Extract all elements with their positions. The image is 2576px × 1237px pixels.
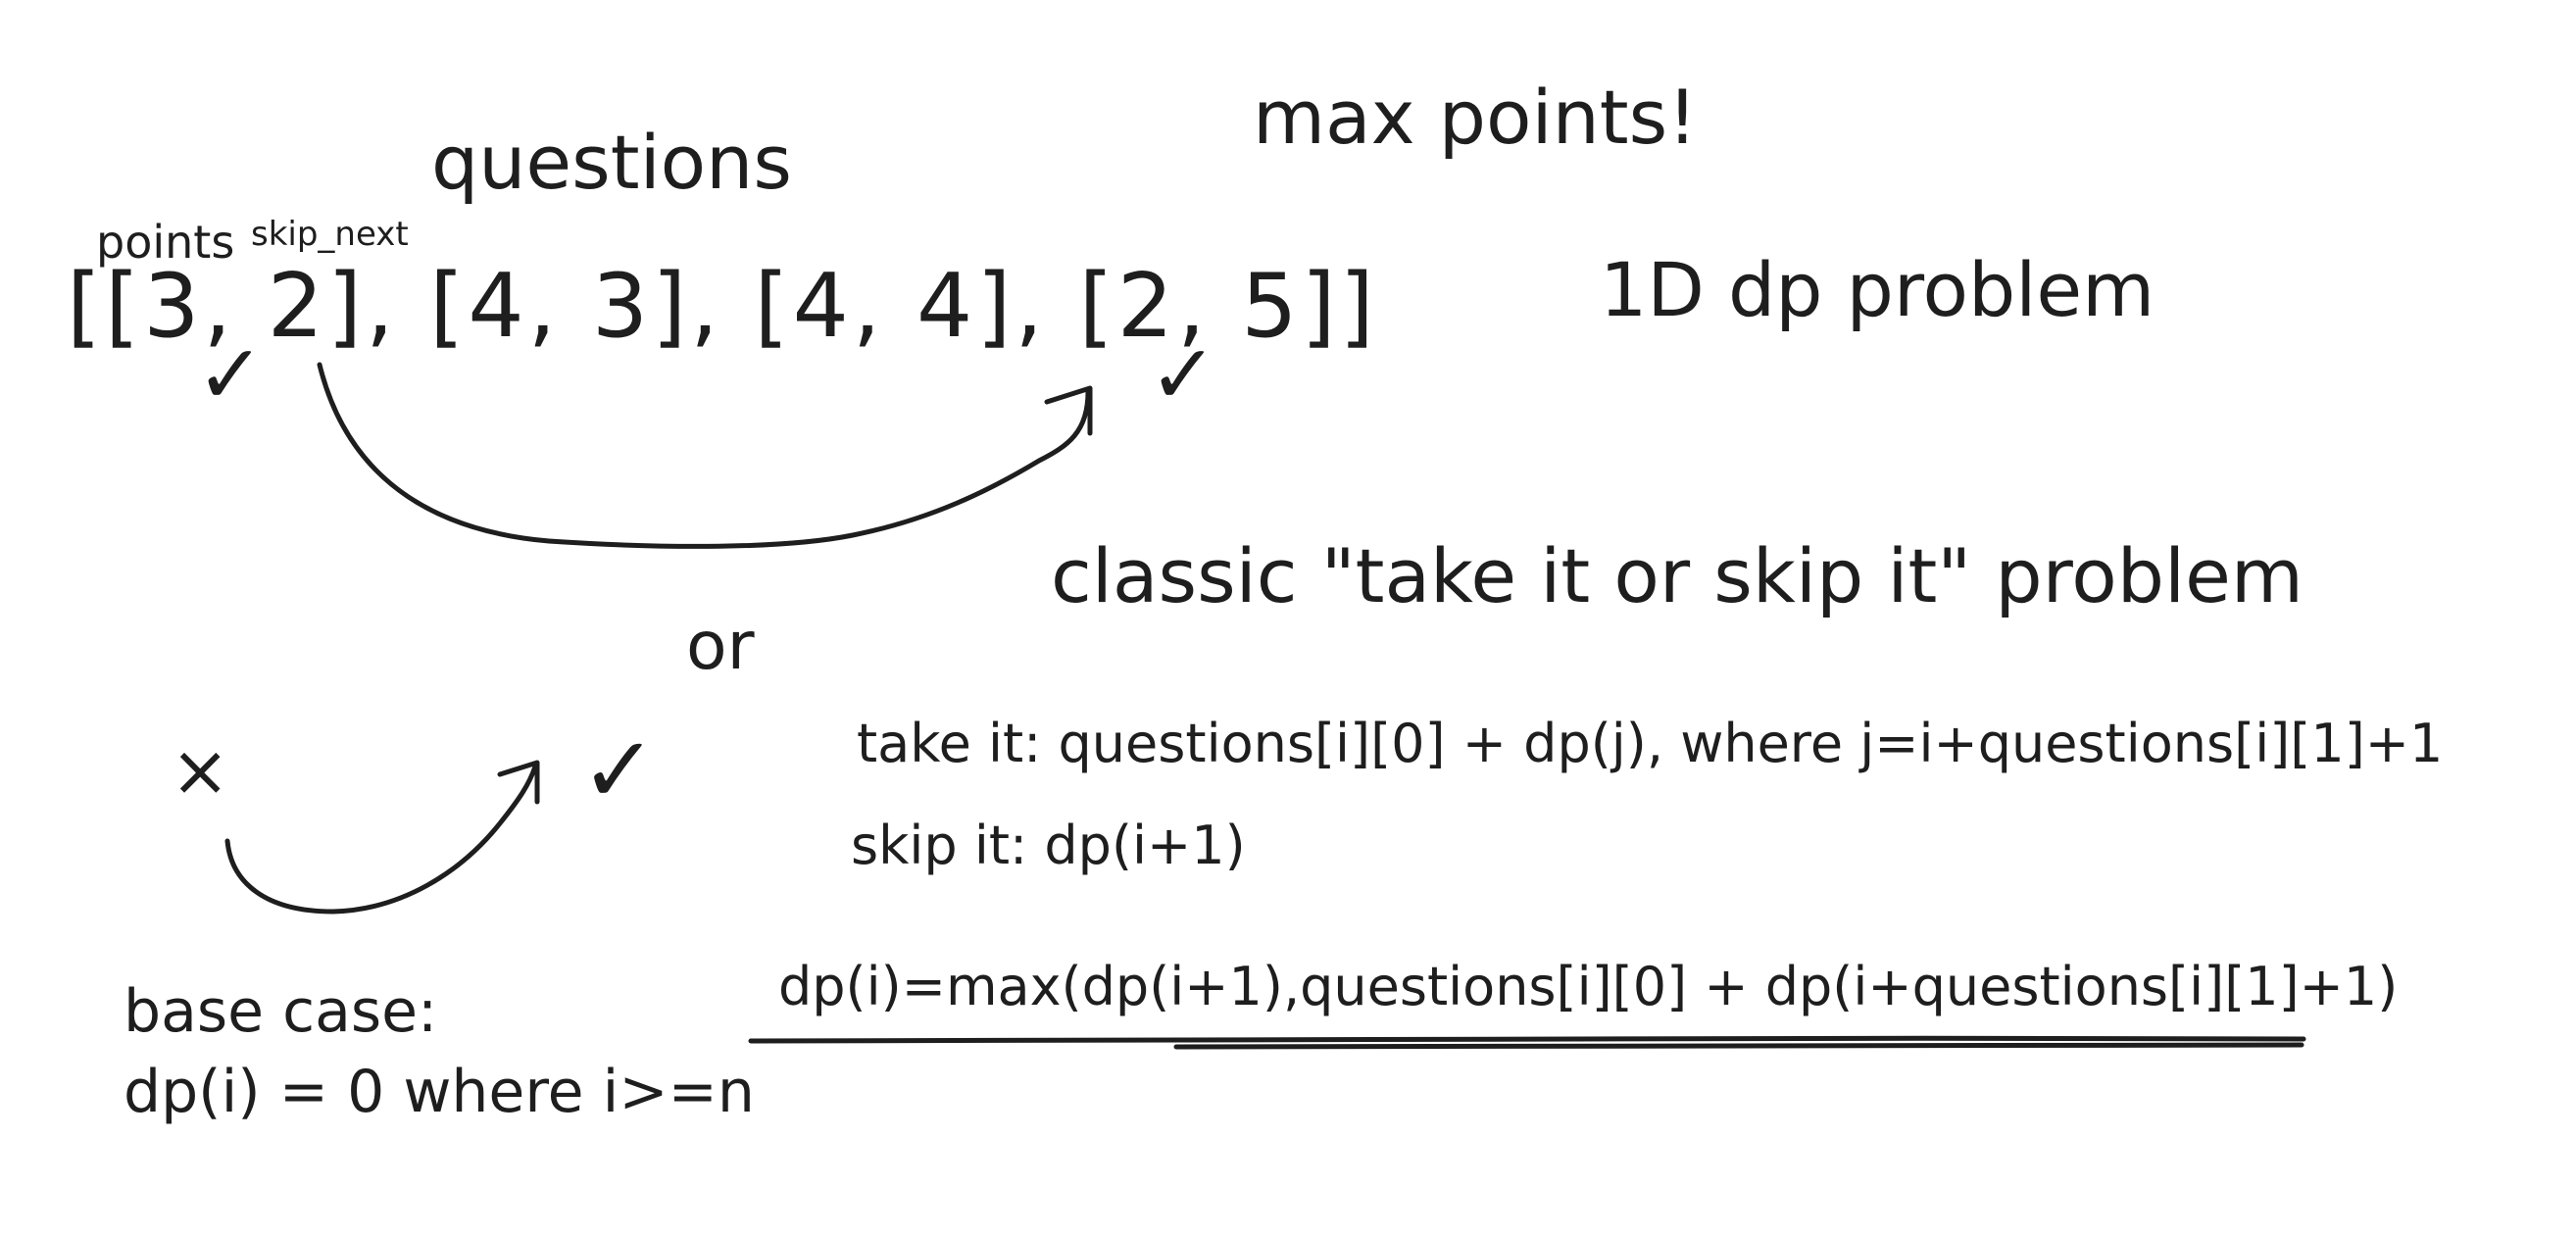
skip-arrowhead-top [1044,385,1093,436]
skip-arrow-top [317,362,1091,549]
arrow-layer [224,362,2306,1050]
skip-arrow-bottom [224,764,538,915]
formula-underline-2 [1173,1042,2304,1050]
formula-underline [748,1035,2306,1044]
